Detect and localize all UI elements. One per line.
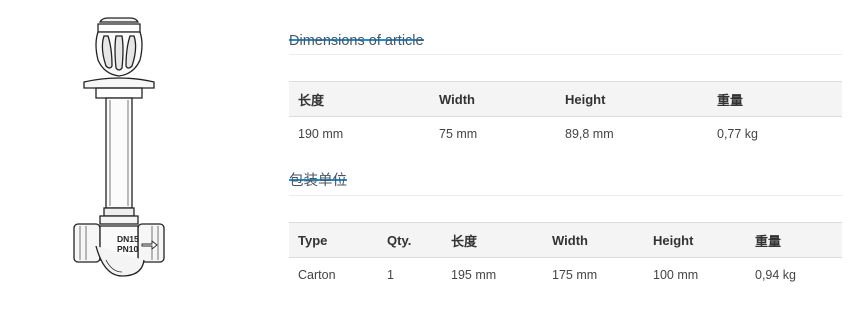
table-cell: Carton [298,267,336,282]
tab-divider [289,54,842,55]
column-header: 长度 [442,222,543,258]
packaging-table: Type Qty. 长度 Width Height 重量 Carton 1 19… [289,222,842,291]
table-cell: 195 mm [451,267,497,282]
tab-dimensions-of-article[interactable]: Dimensions of article [289,32,424,49]
column-header: Height [556,81,708,117]
table-row: Carton 1 195 mm 175 mm 100 mm 0,94 kg [289,258,842,292]
dimensions-table: 长度 Width Height 重量 190 mm 75 mm 89,8 mm … [289,81,842,150]
column-header: Width [430,81,556,117]
column-header: 长度 [289,81,430,117]
table-cell: 0,94 kg [755,267,797,282]
tab-packaging-unit[interactable]: 包装单位 [289,172,347,189]
column-header: 重量 [746,222,842,258]
marking-dn: DN15 [117,234,139,244]
table-cell: 190 mm [298,126,344,141]
table-cell: 1 [387,267,394,282]
marking-pn: PN10 [117,244,139,254]
dimensions-header-row: 长度 Width Height 重量 [289,81,842,117]
table-cell: 75 mm [439,126,478,141]
column-header: 重量 [708,81,842,117]
tab-divider [289,195,842,196]
table-cell: 175 mm [552,267,598,282]
table-cell: 89,8 mm [565,126,614,141]
packaging-header-row: Type Qty. 长度 Width Height 重量 [289,222,842,258]
table-cell: 100 mm [653,267,699,282]
column-header: Height [644,222,746,258]
table-cell: 0,77 kg [717,126,759,141]
table-row: 190 mm 75 mm 89,8 mm 0,77 kg [289,117,842,151]
column-header: Qty. [378,222,442,258]
column-header: Width [543,222,644,258]
product-drawing-image: DN15 PN10 [73,17,165,277]
column-header: Type [289,222,378,258]
